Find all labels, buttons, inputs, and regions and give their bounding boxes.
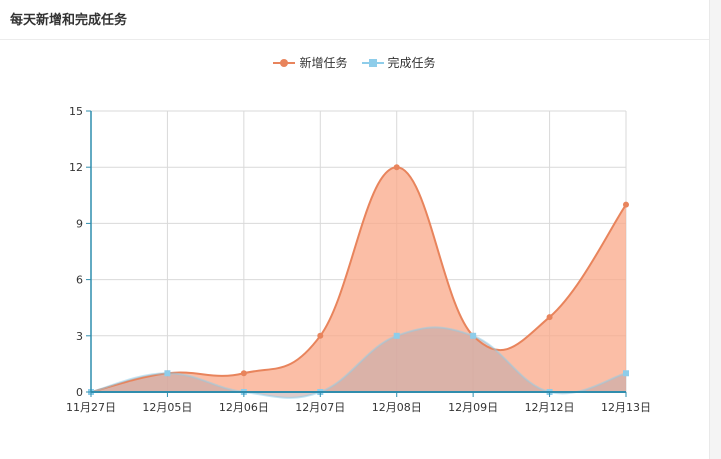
x-tick-label: 12月13日	[601, 401, 651, 414]
x-tick-label: 12月09日	[448, 401, 498, 414]
y-tick-label: 15	[69, 105, 83, 118]
x-tick-label: 11月27日	[66, 401, 116, 414]
data-point-new-tasks	[240, 370, 247, 377]
y-tick-label: 6	[76, 274, 83, 287]
data-point-new-tasks	[317, 332, 324, 339]
x-tick-label: 12月05日	[142, 401, 192, 414]
data-point-completed-tasks	[623, 370, 629, 377]
x-tick-label: 12月08日	[372, 401, 422, 414]
area-chart: 0 3 6 9 12 15 11月27日 12月05日 12月06日 12月07日 12月08日 12…	[66, 105, 651, 414]
data-point-new-tasks	[623, 201, 629, 208]
y-tick-label: 9	[76, 217, 83, 230]
y-tick-label: 3	[76, 330, 83, 343]
data-point-completed-tasks	[470, 332, 477, 339]
y-tick-label: 12	[69, 161, 83, 174]
data-point-new-tasks	[546, 314, 553, 321]
x-tick-label: 12月12日	[525, 401, 575, 414]
x-tick-label: 12月07日	[295, 401, 345, 414]
data-point-completed-tasks	[393, 332, 400, 339]
data-point-new-tasks	[393, 164, 400, 171]
data-point-completed-tasks	[164, 370, 171, 377]
chart-panel: 每天新增和完成任务 新增任务 完成任务 0 3 6 9 12 15 11月27日 12月05日…	[0, 0, 710, 459]
x-tick-label: 12月06日	[219, 401, 269, 414]
y-tick-label: 0	[76, 386, 83, 399]
